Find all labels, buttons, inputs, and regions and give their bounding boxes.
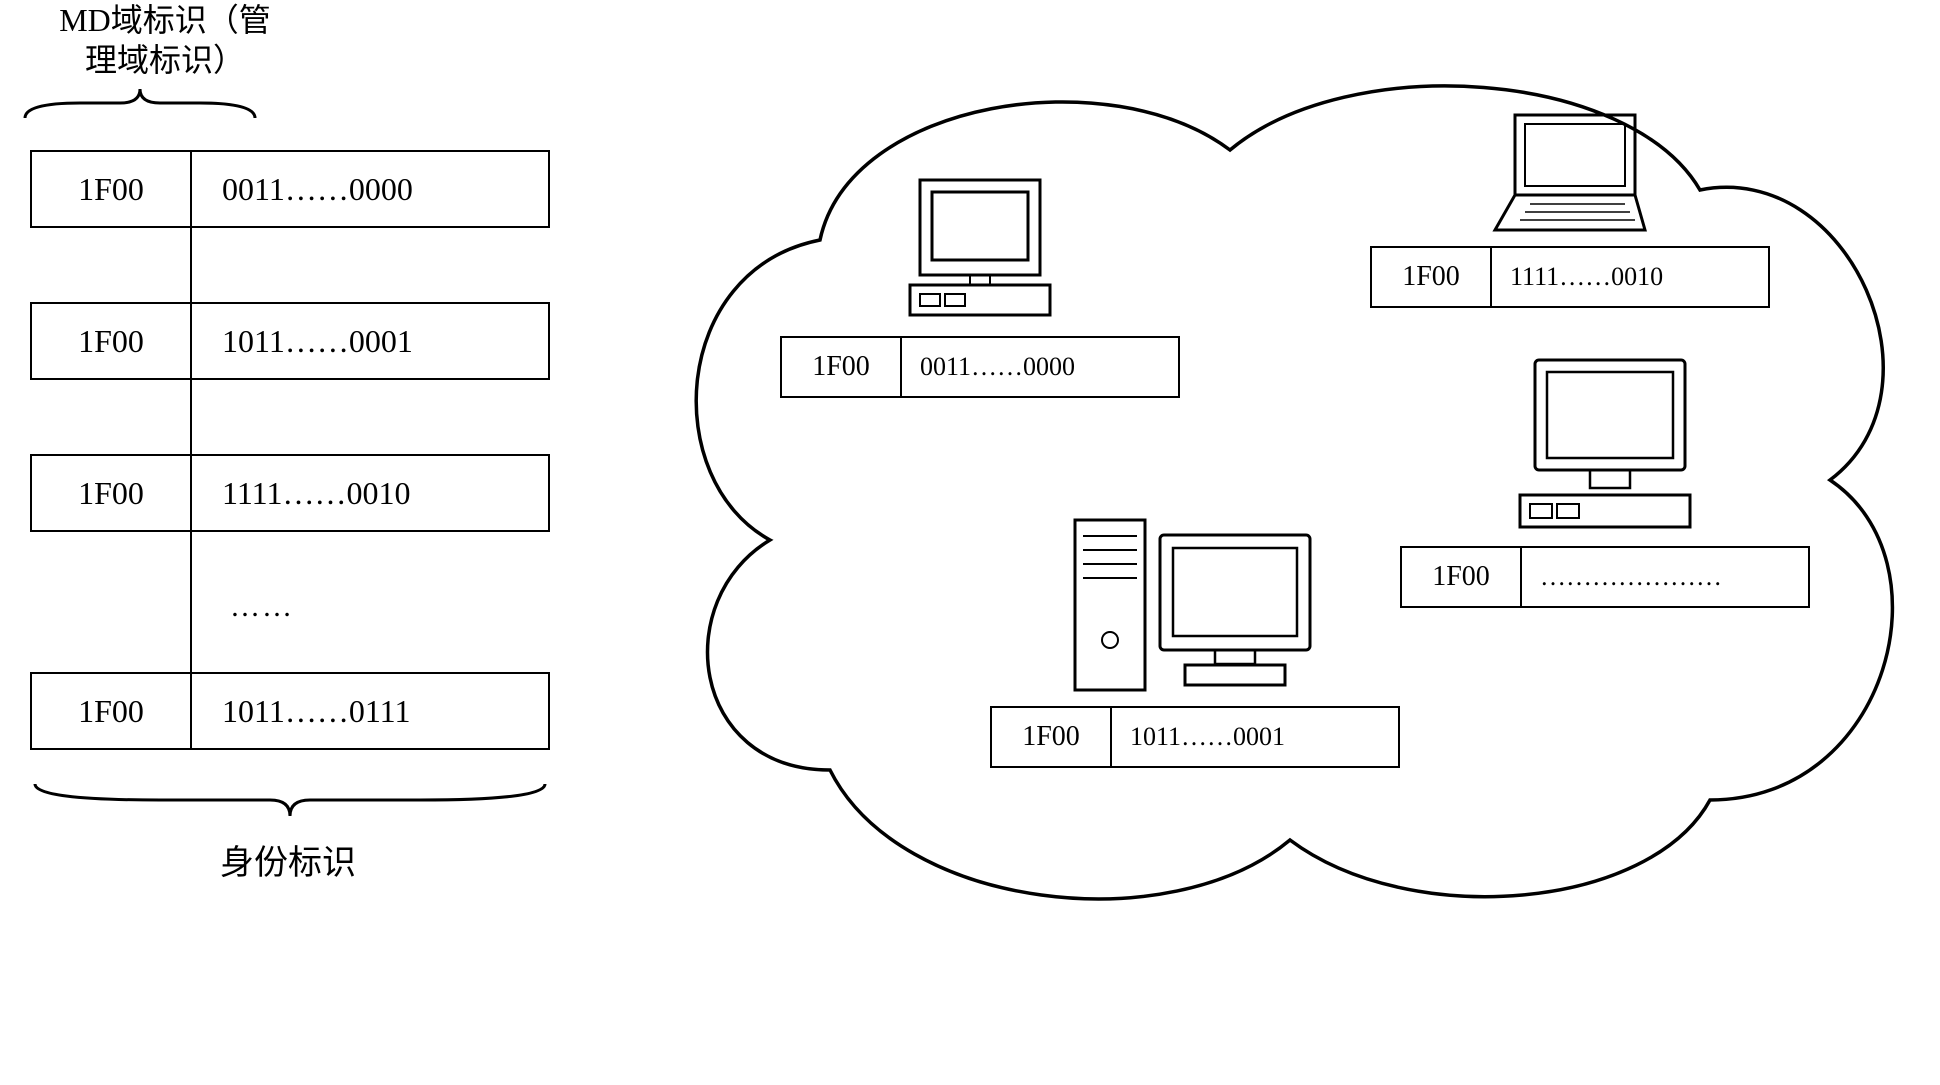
body-cell: 1011……0001 bbox=[192, 304, 548, 378]
md-cell: 1F00 bbox=[1372, 248, 1492, 306]
tower-pc-icon bbox=[1065, 500, 1325, 700]
md-cell: 1F00 bbox=[1402, 548, 1522, 606]
desktop-icon bbox=[895, 170, 1065, 330]
md-cell: 1F00 bbox=[992, 708, 1112, 766]
id-row-3: 1F00 1011……0111 bbox=[30, 672, 550, 750]
md-cell: 1F00 bbox=[782, 338, 902, 396]
body-cell: 1111……0010 bbox=[192, 456, 548, 530]
divider bbox=[190, 532, 192, 672]
body-cell: 0011……0000 bbox=[192, 152, 548, 226]
id-row-1: 1F00 1011……0001 bbox=[30, 302, 550, 380]
node-c: 1F00 1011……0001 bbox=[990, 500, 1400, 768]
node-b: 1F00 1111……0010 bbox=[1370, 110, 1770, 308]
top-brace bbox=[20, 85, 260, 121]
md-cell: 1F00 bbox=[32, 674, 192, 748]
identity-label: 身份标识 bbox=[220, 835, 356, 884]
id-row-2: 1F00 1111……0010 bbox=[30, 454, 550, 532]
laptop-icon bbox=[1485, 110, 1655, 240]
body-cell: ………………… bbox=[1522, 548, 1808, 606]
node-a: 1F00 0011……0000 bbox=[780, 170, 1180, 398]
md-cell: 1F00 bbox=[32, 456, 192, 530]
md-cell: 1F00 bbox=[32, 152, 192, 226]
md-domain-label: MD域标识（管 理域标识） bbox=[15, 0, 315, 80]
bottom-brace bbox=[30, 780, 550, 820]
body-cell: 1011……0001 bbox=[1112, 708, 1398, 766]
divider bbox=[190, 380, 192, 454]
ellipsis: …… bbox=[230, 590, 294, 624]
body-cell: 1011……0111 bbox=[192, 674, 548, 748]
divider bbox=[190, 228, 192, 302]
node-d: 1F00 ………………… bbox=[1400, 350, 1810, 608]
pc-icon bbox=[1505, 350, 1705, 540]
body-cell: 1111……0010 bbox=[1492, 248, 1768, 306]
md-cell: 1F00 bbox=[32, 304, 192, 378]
body-cell: 0011……0000 bbox=[902, 338, 1178, 396]
id-row-0: 1F00 0011……0000 bbox=[30, 150, 550, 228]
